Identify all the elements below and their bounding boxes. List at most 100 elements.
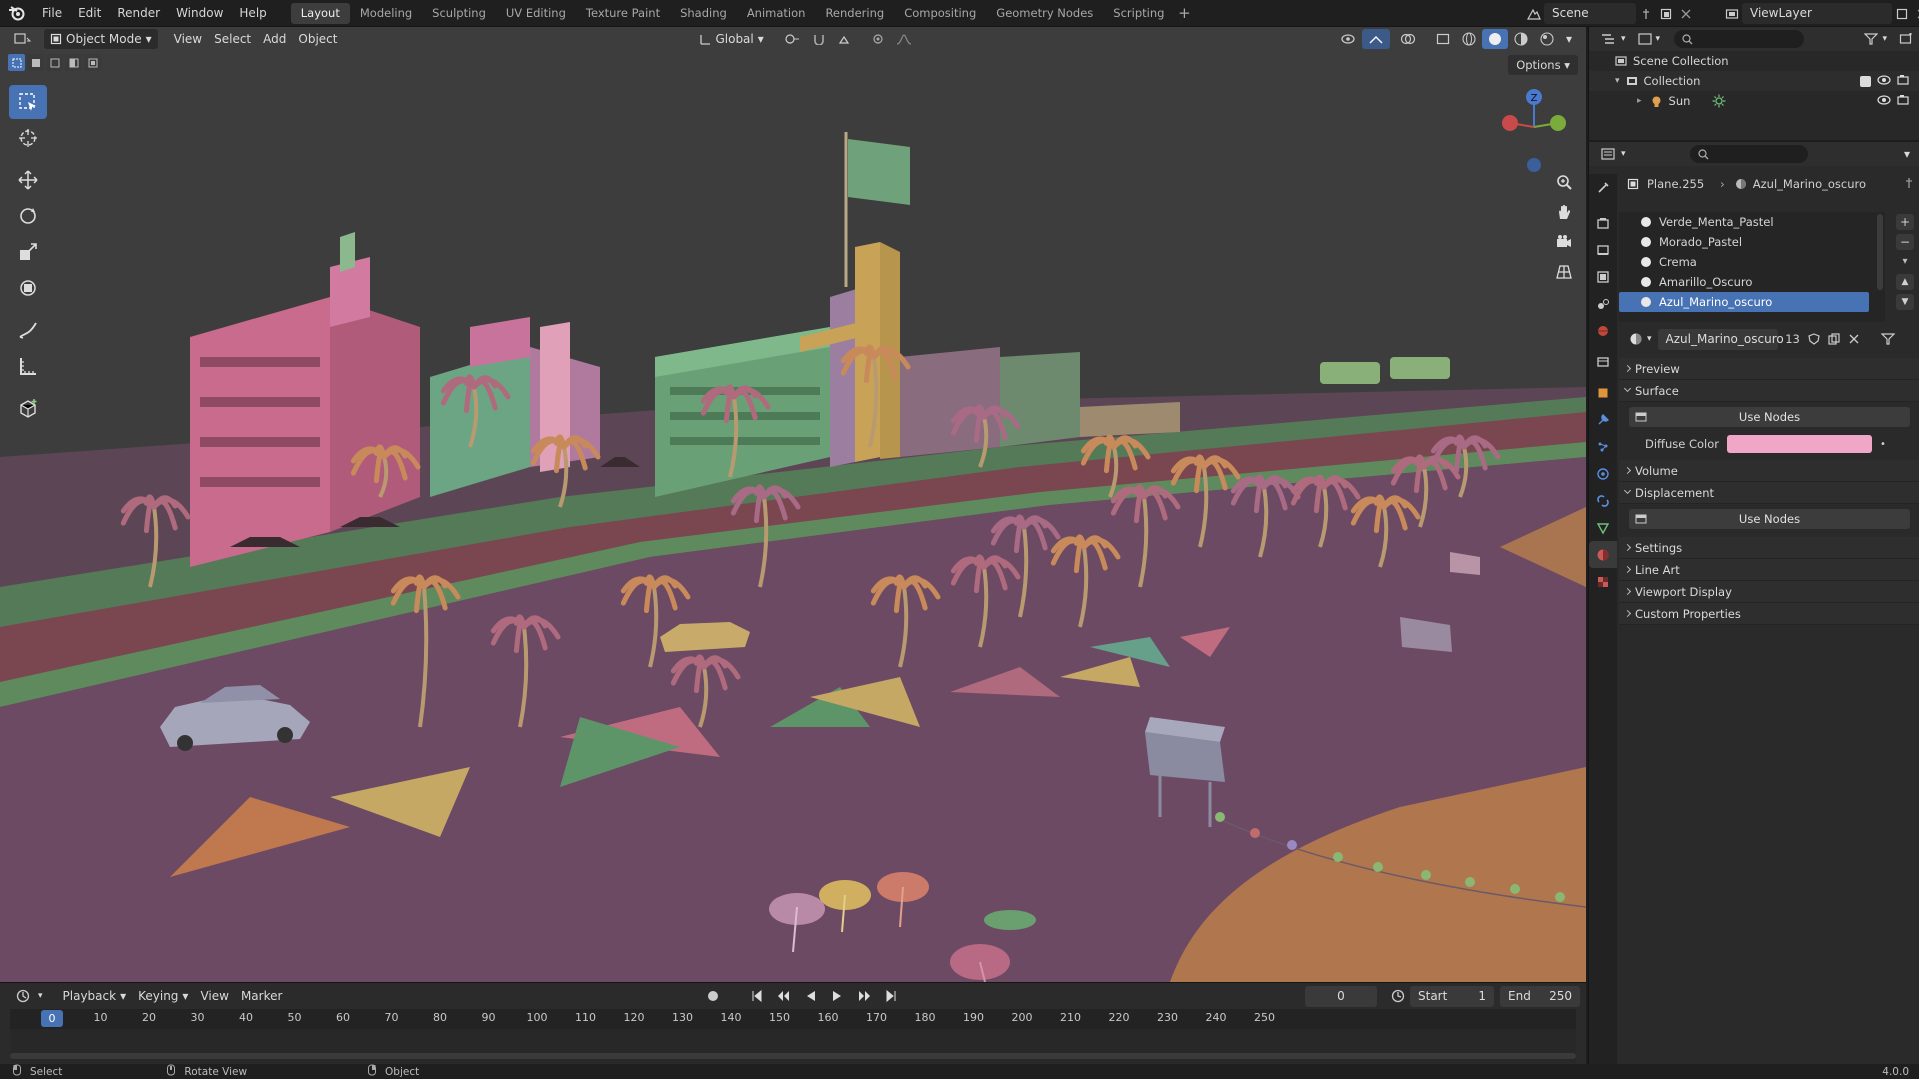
menu-file[interactable]: File: [34, 0, 70, 27]
measure-tool-icon[interactable]: [9, 349, 47, 383]
add-cube-tool-icon[interactable]: [9, 391, 47, 425]
material-slot[interactable]: Verde_Menta_Pastel: [1619, 212, 1885, 232]
solid-shading-icon[interactable]: [1481, 29, 1508, 49]
transform-orientation-dropdown[interactable]: Global ▾: [693, 29, 769, 49]
menu-timeline-view[interactable]: View: [194, 986, 234, 1006]
add-slot-button[interactable]: +: [1896, 214, 1914, 230]
tab-modeling[interactable]: Modeling: [350, 3, 422, 24]
delete-scene-icon[interactable]: [1676, 3, 1696, 24]
timeline-track-area[interactable]: [10, 1029, 1576, 1063]
show-overlays-icon[interactable]: [1394, 29, 1422, 49]
scale-tool-icon[interactable]: [9, 235, 47, 269]
menu-keying[interactable]: Keying ▾: [132, 986, 194, 1006]
slot-list-scrollbar[interactable]: [1877, 214, 1883, 290]
slot-specials-icon[interactable]: ▾: [1896, 254, 1914, 270]
tab-layout[interactable]: Layout: [290, 2, 350, 24]
jump-end-icon[interactable]: [879, 986, 903, 1006]
tab-geometry-nodes[interactable]: Geometry Nodes: [986, 3, 1103, 24]
object-tab-icon[interactable]: [1589, 379, 1617, 406]
pin-scene-icon[interactable]: [1636, 3, 1656, 24]
material-slot[interactable]: Morado_Pastel: [1619, 232, 1885, 252]
play-reverse-icon[interactable]: [799, 986, 823, 1006]
x-axis-handle[interactable]: [1502, 115, 1518, 131]
falloff-icon[interactable]: [890, 29, 918, 49]
physics-tab-icon[interactable]: [1589, 460, 1617, 487]
animate-property-dot-icon[interactable]: •: [1880, 439, 1886, 450]
mode-dropdown[interactable]: Object Mode ▾: [44, 29, 158, 49]
render-tab-icon[interactable]: [1589, 209, 1617, 236]
options-dropdown[interactable]: Options ▾: [1508, 55, 1578, 75]
tab-animation[interactable]: Animation: [737, 3, 816, 24]
disable-render-icon[interactable]: [1897, 74, 1909, 88]
expand-chevron-icon[interactable]: ▸: [1637, 96, 1642, 106]
panel-displacement[interactable]: Displacement: [1619, 482, 1919, 504]
move-tool-icon[interactable]: [9, 163, 47, 197]
material-users-count[interactable]: 13: [1782, 332, 1804, 346]
xray-toggle-icon[interactable]: [1430, 29, 1456, 49]
tool-tab-icon[interactable]: [1589, 174, 1617, 201]
select-subtract-icon[interactable]: [46, 54, 63, 71]
jump-keyframe-back-icon[interactable]: [771, 986, 797, 1006]
play-icon[interactable]: [825, 986, 849, 1006]
menu-help[interactable]: Help: [231, 0, 274, 27]
camera-view-icon[interactable]: [1552, 227, 1576, 257]
preview-range-icon[interactable]: [1385, 986, 1411, 1006]
select-extend-icon[interactable]: [27, 54, 44, 71]
tab-shading[interactable]: Shading: [670, 3, 737, 24]
new-view-layer-icon[interactable]: [1892, 3, 1912, 24]
jump-start-icon[interactable]: [745, 986, 769, 1006]
timeline-scrollbar[interactable]: [10, 1053, 1576, 1059]
select-intersect-icon[interactable]: [84, 54, 101, 71]
rendered-shading-icon[interactable]: [1534, 29, 1560, 49]
tab-scripting[interactable]: Scripting: [1103, 3, 1174, 24]
new-collection-icon[interactable]: [1893, 29, 1919, 49]
exclude-checkbox[interactable]: [1860, 75, 1871, 87]
outliner-scene-collection[interactable]: Scene Collection: [1589, 51, 1919, 71]
hide-in-viewport-icon[interactable]: [1877, 94, 1891, 108]
move-slot-down-button[interactable]: ▼: [1896, 294, 1914, 310]
tab-uv-editing[interactable]: UV Editing: [496, 3, 576, 24]
menu-playback[interactable]: Playback ▾: [57, 986, 133, 1006]
outliner-collection[interactable]: ▾ Collection: [1589, 71, 1919, 91]
playhead[interactable]: 0: [41, 1010, 63, 1027]
blender-logo-icon[interactable]: [0, 0, 34, 27]
select-invert-icon[interactable]: [65, 54, 82, 71]
auto-keying-icon[interactable]: [700, 986, 726, 1006]
visibility-selectability-icon[interactable]: [1334, 29, 1362, 49]
hide-in-viewport-icon[interactable]: [1877, 74, 1891, 88]
use-nodes-button[interactable]: Use Nodes: [1629, 407, 1910, 427]
cursor-tool-icon[interactable]: [9, 121, 47, 155]
select-box-tool-icon[interactable]: [9, 85, 47, 119]
view-layer-icon[interactable]: [1722, 3, 1742, 24]
fake-user-shield-icon[interactable]: [1804, 329, 1824, 350]
pin-icon[interactable]: [1904, 177, 1914, 192]
menu-object[interactable]: Object: [292, 29, 343, 49]
view-layer-field[interactable]: ViewLayer: [1742, 3, 1892, 24]
pan-hand-icon[interactable]: [1552, 197, 1576, 227]
tab-texture-paint[interactable]: Texture Paint: [576, 3, 670, 24]
world-tab-icon[interactable]: [1589, 317, 1617, 344]
material-tab-icon[interactable]: [1589, 541, 1617, 568]
current-frame-field[interactable]: 0: [1305, 985, 1377, 1007]
material-preview-icon[interactable]: [1508, 29, 1534, 49]
constraints-tab-icon[interactable]: [1589, 487, 1617, 514]
modifier-tab-icon[interactable]: [1589, 406, 1617, 433]
material-slot-list[interactable]: Verde_Menta_Pastel Morado_Pastel Crema A…: [1619, 212, 1885, 322]
perspective-toggle-icon[interactable]: [1552, 257, 1576, 287]
menu-select[interactable]: Select: [208, 29, 257, 49]
duplicate-material-icon[interactable]: [1824, 329, 1844, 350]
frame-ruler[interactable]: 0 10 20 30 40 50 60 70 80 90 100 110 120 130 140 150 160…: [10, 1009, 1576, 1059]
use-nodes-button-displacement[interactable]: Use Nodes: [1629, 509, 1910, 529]
display-mode-icon[interactable]: ▾: [1632, 29, 1667, 49]
shading-options-icon[interactable]: ▾: [1560, 29, 1578, 49]
panel-custom-properties[interactable]: Custom Properties: [1619, 603, 1919, 625]
tab-sculpting[interactable]: Sculpting: [422, 3, 496, 24]
delete-view-layer-icon[interactable]: [1912, 3, 1919, 24]
outliner-sun[interactable]: ▸ Sun: [1589, 91, 1919, 111]
particles-tab-icon[interactable]: [1589, 433, 1617, 460]
scene-render[interactable]: [0, 27, 1586, 982]
add-workspace-button[interactable]: +: [1174, 4, 1194, 22]
zoom-icon[interactable]: [1552, 167, 1576, 197]
new-scene-icon[interactable]: [1656, 3, 1676, 24]
material-name-field[interactable]: Azul_Marino_oscuro: [1657, 328, 1784, 350]
